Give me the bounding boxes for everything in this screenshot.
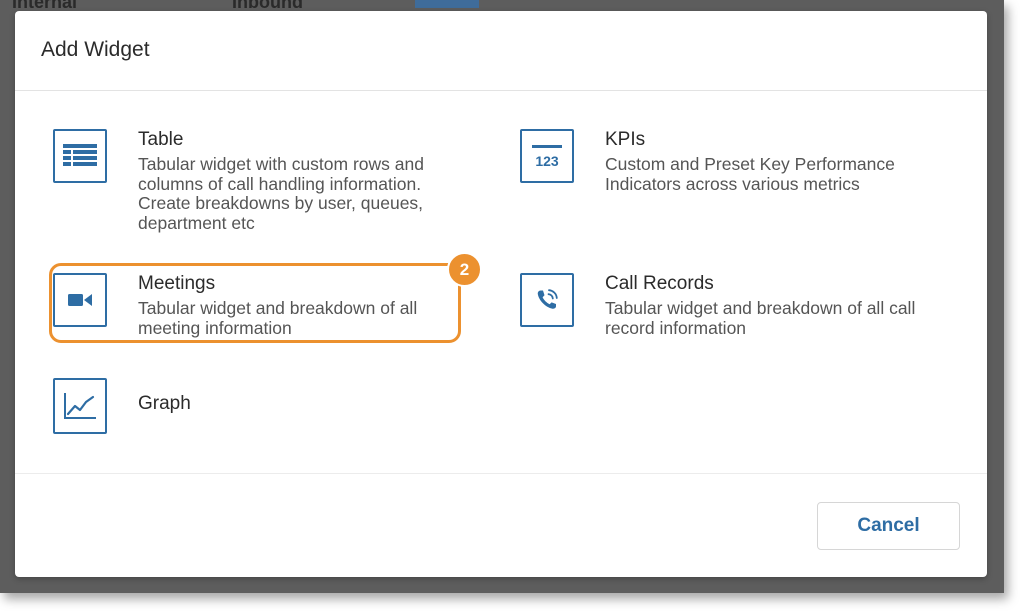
widget-option-table[interactable]: Table Tabular widget with custom rows an… bbox=[30, 129, 450, 239]
cancel-button[interactable]: Cancel bbox=[817, 502, 960, 550]
kpi-icon-text: 123 bbox=[535, 152, 559, 169]
widget-option-call-records[interactable]: Call Records Tabular widget and breakdow… bbox=[497, 273, 917, 383]
widget-description-table: Tabular widget with custom rows and colu… bbox=[138, 154, 424, 233]
dialog-title: Add Widget bbox=[41, 38, 150, 61]
meetings-highlight-outline bbox=[49, 263, 461, 343]
widget-title-call-records: Call Records bbox=[605, 273, 714, 294]
screenshot-frame: Internal Inbound Add Widget Table Tabula… bbox=[0, 0, 1004, 593]
widget-option-graph[interactable]: Graph bbox=[30, 378, 450, 488]
widget-title-kpis: KPIs bbox=[605, 129, 646, 150]
footer-divider bbox=[15, 473, 987, 474]
widget-description-call-records: Tabular widget and breakdown of all call… bbox=[605, 298, 916, 338]
widget-title-table: Table bbox=[138, 129, 184, 150]
widget-description-kpis: Custom and Preset Key Performance Indica… bbox=[605, 154, 895, 194]
kpi-bar-mark bbox=[532, 144, 562, 148]
widget-option-kpis[interactable]: 123 KPIs Custom and Preset Key Performan… bbox=[497, 129, 917, 239]
add-widget-dialog: Add Widget Table Tabular widget with cus… bbox=[15, 11, 987, 577]
line-graph-icon bbox=[53, 378, 107, 434]
kpi-123-icon: 123 bbox=[520, 129, 574, 183]
widget-title-graph: Graph bbox=[138, 393, 191, 414]
phone-call-icon bbox=[520, 273, 574, 327]
step-number-badge: 2 bbox=[447, 252, 482, 287]
background-badge bbox=[415, 0, 479, 8]
table-icon bbox=[53, 129, 107, 183]
dialog-header: Add Widget bbox=[15, 11, 987, 91]
